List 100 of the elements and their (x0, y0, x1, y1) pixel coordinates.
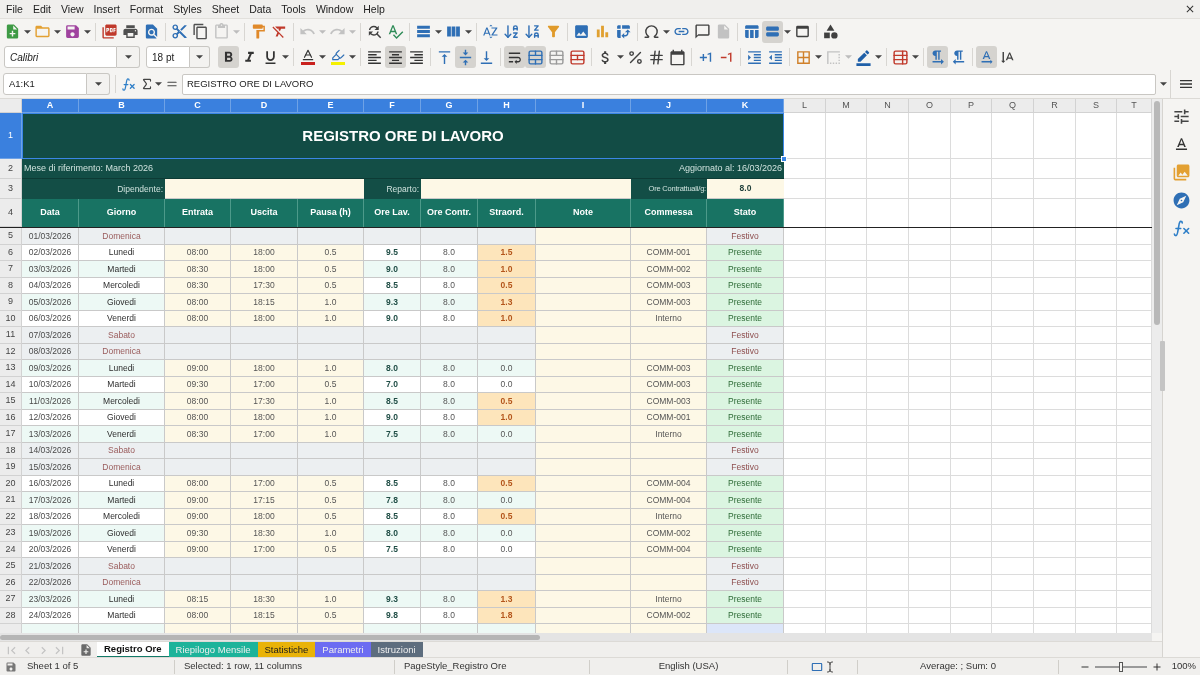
formula-input[interactable]: REGISTRO ORE DI LAVORO (182, 73, 1156, 95)
row-header[interactable]: 5 (0, 228, 22, 245)
caret-icon[interactable] (1159, 82, 1167, 86)
column-header[interactable]: O (909, 99, 951, 113)
scrollbar-thumb[interactable] (1154, 101, 1160, 325)
row-header[interactable]: 15 (0, 393, 22, 410)
row-header[interactable]: 2 (0, 159, 22, 179)
row-header[interactable]: 7 (0, 261, 22, 278)
sheet-tab[interactable]: Registro Ore (97, 642, 169, 658)
column-header[interactable]: G (421, 99, 478, 113)
column-header[interactable]: Q (992, 99, 1034, 113)
menu-item[interactable]: Data (244, 0, 277, 18)
menu-item[interactable]: Tools (276, 0, 311, 18)
row-header[interactable]: 19 (0, 459, 22, 476)
column-header[interactable]: R (1034, 99, 1076, 113)
menu-item[interactable]: Format (124, 0, 169, 18)
caret-icon[interactable] (124, 55, 132, 59)
employee-input-cell[interactable] (165, 179, 364, 199)
column-header[interactable]: J (631, 99, 707, 113)
column-header[interactable]: S (1076, 99, 1117, 113)
function-icon[interactable] (121, 76, 136, 92)
column-header[interactable]: B (79, 99, 165, 113)
menu-item[interactable]: File (1, 0, 28, 18)
menu-item[interactable]: Styles (168, 0, 207, 18)
sidebar-handle[interactable] (1160, 341, 1165, 391)
contract-hours-cell[interactable]: 8.0 (707, 179, 784, 199)
sheet-tab[interactable]: Parametri (315, 642, 371, 658)
compass-icon[interactable] (1172, 191, 1191, 210)
slider-thumb[interactable] (1118, 661, 1123, 672)
caret-icon[interactable] (875, 55, 882, 59)
department-input-cell[interactable] (421, 179, 631, 199)
column-header[interactable]: H (478, 99, 536, 113)
menu-item[interactable]: Insert (88, 0, 125, 18)
name-box[interactable]: A1:K1 (3, 73, 87, 95)
row-header[interactable]: 25 (0, 558, 22, 575)
caret-icon[interactable] (663, 29, 670, 34)
column-header[interactable]: M (826, 99, 867, 113)
column-header[interactable]: C (165, 99, 231, 113)
close-icon[interactable] (1184, 3, 1196, 15)
time-cell: 09:30 (165, 525, 231, 542)
column-header[interactable]: E (298, 99, 364, 113)
menu-item[interactable]: Sheet (206, 0, 245, 18)
caret-icon[interactable] (784, 29, 791, 34)
caret-icon[interactable] (815, 55, 822, 59)
row-header[interactable]: 4 (0, 199, 22, 227)
language[interactable]: English (USA) (658, 659, 719, 674)
menu-item[interactable]: View (56, 0, 89, 18)
column-header[interactable]: D (231, 99, 298, 113)
dropdown-button[interactable] (117, 46, 140, 68)
dropdown-button[interactable] (87, 73, 110, 95)
dropdown-button[interactable] (190, 46, 210, 68)
column-header[interactable]: T (1117, 99, 1152, 113)
caret-icon[interactable] (349, 55, 356, 59)
caret-icon[interactable] (617, 55, 624, 59)
scrollbar-thumb[interactable] (0, 634, 540, 640)
column-header[interactable]: I (536, 99, 631, 113)
fill-handle[interactable] (781, 156, 787, 162)
row-header[interactable]: 21 (0, 492, 22, 509)
row-header[interactable]: 1 (0, 113, 22, 159)
caret-icon[interactable] (54, 29, 61, 34)
column-header[interactable]: K (707, 99, 784, 113)
row-header[interactable]: 23 (0, 525, 22, 542)
selection-mode-icon[interactable] (809, 659, 836, 674)
sheet-tab[interactable]: Statistiche (257, 642, 316, 658)
caret-icon[interactable] (912, 55, 919, 59)
column-header[interactable]: L (784, 99, 826, 113)
column-header[interactable]: N (867, 99, 909, 113)
column-header[interactable]: P (951, 99, 992, 113)
add-sheet-icon[interactable] (79, 643, 93, 657)
caret-icon[interactable] (155, 82, 162, 86)
menu-item[interactable]: Window (310, 0, 359, 18)
row-header[interactable]: 3 (0, 179, 22, 199)
sigma-icon[interactable] (140, 77, 154, 91)
vertical-scrollbar[interactable] (1152, 99, 1162, 633)
page-style: PageStyle_Registro Ore (404, 659, 507, 674)
menu-item[interactable]: Help (358, 0, 390, 18)
row-header[interactable]: 11 (0, 327, 22, 344)
caret-icon[interactable] (465, 29, 472, 34)
column-header[interactable]: A (22, 99, 79, 113)
caret-icon[interactable] (319, 55, 326, 59)
font-name-field[interactable]: Calibri (4, 46, 117, 68)
function-icon[interactable] (1172, 219, 1191, 238)
font-size-field[interactable]: 18 pt (146, 46, 190, 68)
caret-icon[interactable] (435, 29, 442, 34)
save-status-icon[interactable] (5, 660, 17, 673)
horizontal-scrollbar[interactable] (0, 633, 1152, 641)
column-header[interactable]: F (364, 99, 421, 113)
caret-icon[interactable] (196, 55, 203, 59)
caret-icon[interactable] (84, 29, 91, 34)
zoom-level[interactable]: 100% (1171, 659, 1196, 674)
caret-icon[interactable] (24, 29, 31, 34)
row-header[interactable]: 13 (0, 360, 22, 377)
row-header[interactable]: 17 (0, 426, 22, 443)
sliders-icon[interactable] (1172, 107, 1191, 126)
menu-item[interactable]: Edit (27, 0, 56, 18)
caret-icon[interactable] (94, 82, 102, 86)
caret-icon[interactable] (282, 55, 289, 59)
row-header[interactable]: 27 (0, 591, 22, 608)
row-header[interactable]: 9 (0, 294, 22, 311)
sheet-tab[interactable]: Istruzioni (370, 642, 423, 658)
